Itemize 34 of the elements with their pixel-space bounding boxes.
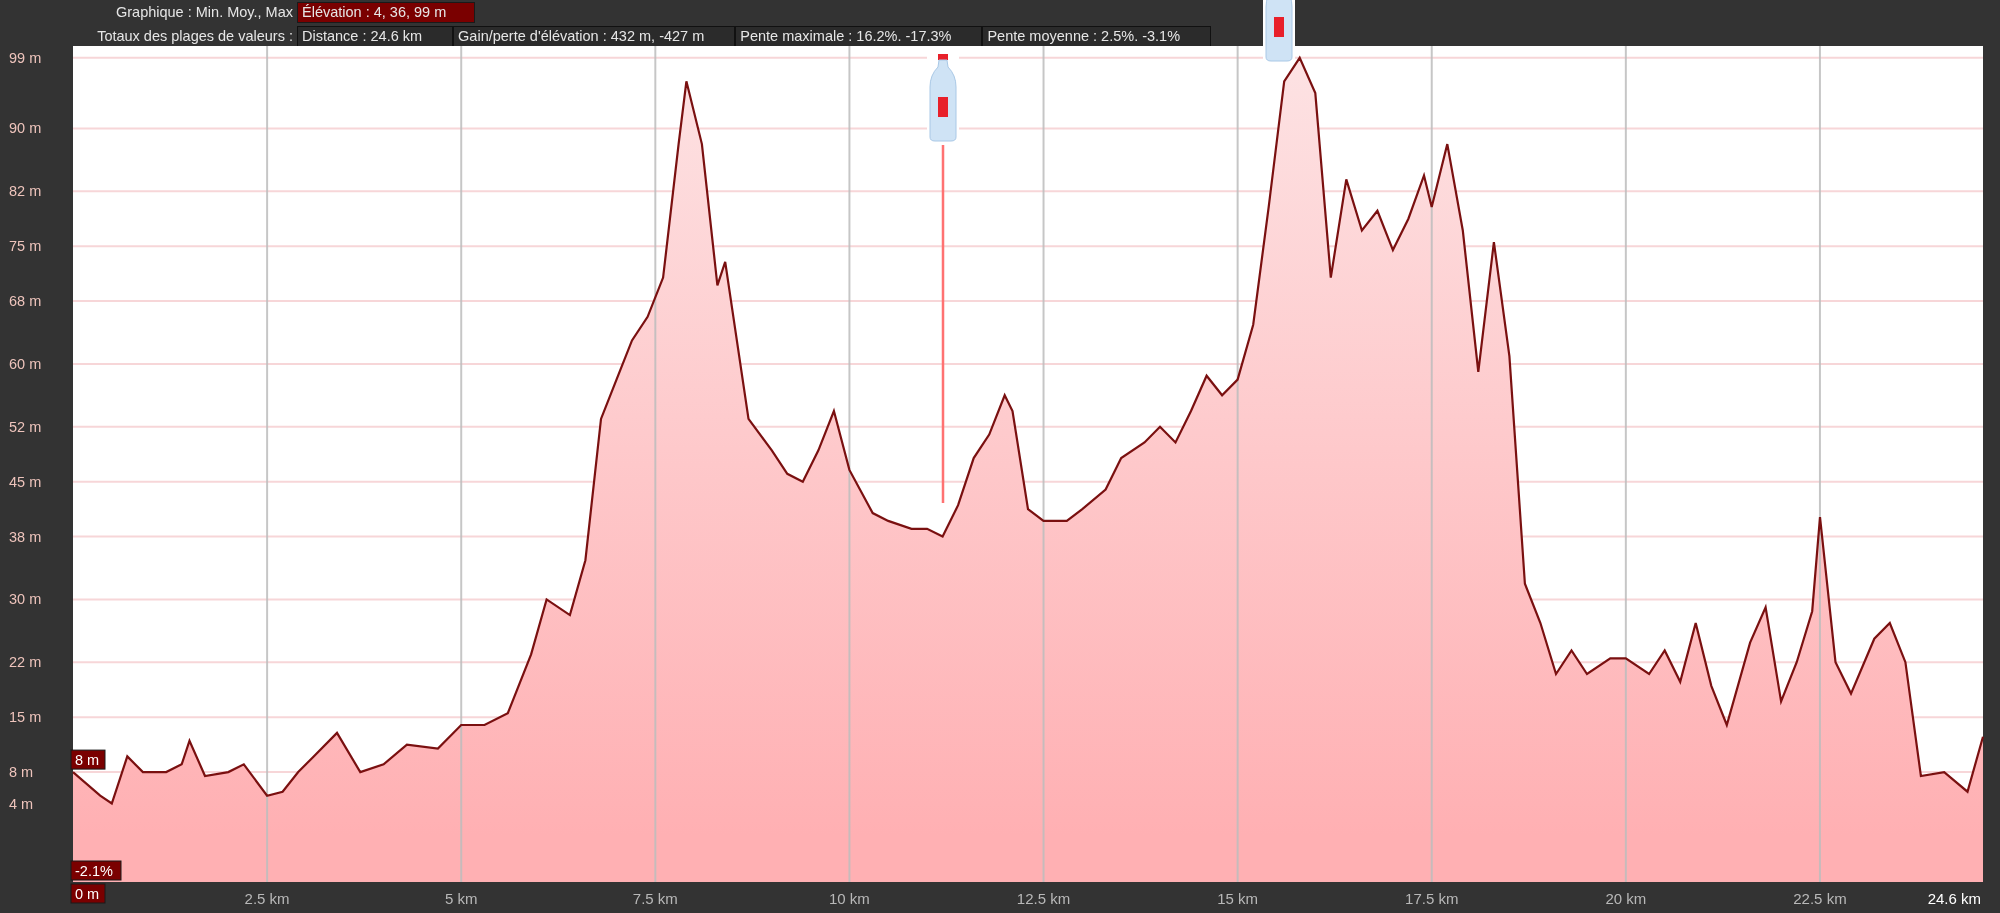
- elevation-readout: 8 m: [70, 749, 106, 770]
- x-axis-label: 15 km: [1217, 890, 1259, 907]
- y-axis-label: 68 m: [9, 293, 42, 310]
- total-value: Pente maximale : 16.2%. -17.3%: [735, 26, 983, 47]
- y-axis-label: 45 m: [9, 473, 42, 490]
- y-axis-label: 75 m: [9, 238, 42, 255]
- x-axis-label: 10 km: [829, 890, 870, 907]
- elevation-summary: Élévation : 4, 36, 99 m: [297, 2, 476, 23]
- y-axis-label: 15 m: [9, 709, 42, 726]
- y-axis-label: 99 m: [9, 49, 42, 66]
- x-axis-label: 7.5 km: [632, 890, 678, 907]
- y-axis-label: 90 m: [9, 120, 42, 137]
- y-axis-label: 30 m: [9, 591, 42, 608]
- x-axis-label: 2.5 km: [244, 890, 290, 907]
- total-value: Gain/perte d'élévation : 432 m, -427 m: [453, 26, 736, 47]
- x-axis-label: 17.5 km: [1405, 890, 1459, 907]
- y-axis-label: 22 m: [9, 654, 42, 671]
- x-axis-label: 12.5 km: [1016, 890, 1071, 907]
- distance-readout: 0 m: [70, 883, 106, 904]
- y-axis-label: 82 m: [9, 183, 42, 200]
- y-axis-label: 60 m: [9, 355, 42, 372]
- x-axis-label: 20 km: [1605, 890, 1647, 907]
- y-axis-label: 38 m: [9, 528, 42, 545]
- totals-label: Totaux des plages de valeurs :: [96, 27, 294, 46]
- y-axis-label: 52 m: [9, 418, 42, 435]
- x-axis-label: 5 km: [444, 890, 478, 907]
- x-axis-label: 22.5 km: [1793, 890, 1847, 907]
- chart-label: Graphique : Min. Moy., Max: [114, 3, 294, 22]
- total-value: Distance : 24.6 km: [297, 26, 454, 47]
- slope-readout: -2.1%: [70, 860, 122, 881]
- total-value: Pente moyenne : 2.5%. -3.1%: [982, 26, 1212, 47]
- x-axis-label: 24.6 km: [1927, 890, 1981, 907]
- y-axis-label: 8 m: [9, 764, 34, 781]
- y-axis-label: 4 m: [9, 795, 34, 812]
